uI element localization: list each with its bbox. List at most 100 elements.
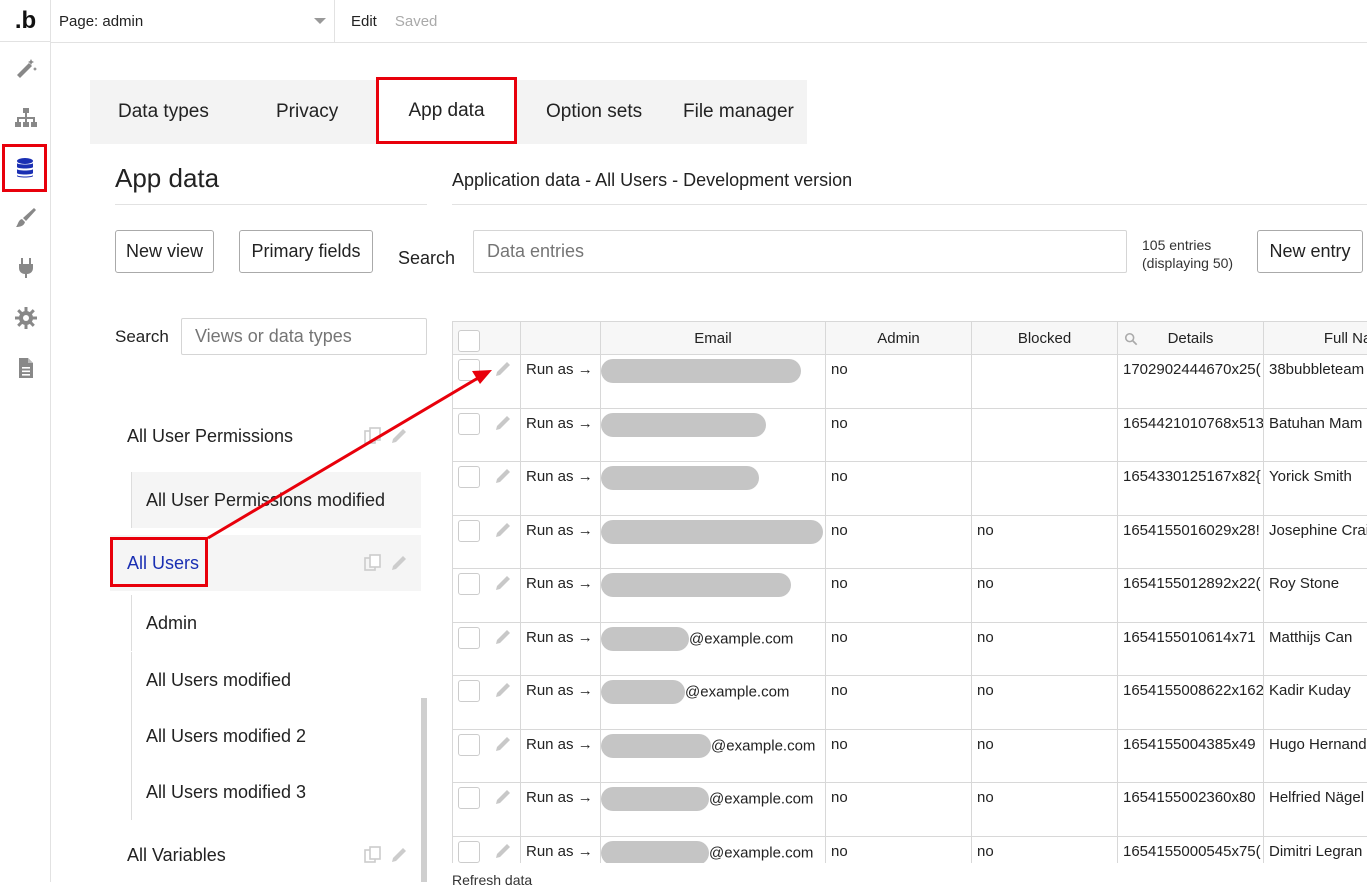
column-details[interactable]: Details — [1118, 322, 1264, 355]
views-search-input[interactable] — [181, 318, 427, 355]
email-cell — [601, 569, 826, 623]
column-email[interactable]: Email — [601, 322, 826, 355]
view-label: All Users modified 2 — [146, 726, 306, 747]
entries-search-label: Search — [398, 248, 455, 269]
view-all-variables[interactable]: All Variables — [110, 827, 421, 882]
copy-icon[interactable] — [363, 426, 383, 446]
row-checkbox[interactable] — [458, 627, 480, 649]
page-selector[interactable]: Page: admin — [51, 0, 335, 43]
view-all-users-modified[interactable]: All Users modified — [131, 652, 421, 708]
row-checkbox[interactable] — [458, 413, 480, 435]
data-icon[interactable] — [2, 144, 47, 192]
run-as-link[interactable]: Run as → — [526, 575, 593, 592]
column-admin[interactable]: Admin — [826, 322, 972, 355]
select-all-checkbox[interactable] — [458, 330, 480, 352]
edit-menu[interactable]: Edit — [351, 13, 377, 30]
settings-icon[interactable] — [0, 294, 51, 342]
view-label: All User Permissions — [127, 426, 293, 447]
pencil-icon[interactable] — [493, 734, 513, 754]
pencil-icon[interactable] — [493, 573, 513, 593]
table-row[interactable]: Run as →@example.comnono1654155000545x75… — [453, 836, 1367, 863]
table-row[interactable]: Run as →no1654330125167x82{Yorick Smith — [453, 462, 1367, 516]
table-row[interactable]: Run as →no1702902444670x25(38bubbleteam — [453, 355, 1367, 409]
run-as-link[interactable]: Run as → — [526, 789, 593, 806]
search-icon — [1124, 332, 1138, 346]
run-as-link[interactable]: Run as → — [526, 522, 593, 539]
row-checkbox[interactable] — [458, 841, 480, 863]
bubble-logo[interactable]: .b — [0, 0, 51, 42]
column-full-name[interactable]: Full Name — [1264, 322, 1367, 355]
pencil-icon[interactable] — [493, 520, 513, 540]
design-icon[interactable] — [0, 44, 51, 92]
new-entry-button[interactable]: New entry — [1257, 230, 1363, 273]
new-view-button[interactable]: New view — [115, 230, 214, 273]
entries-count: 105 entries (displaying 50) — [1142, 236, 1233, 272]
refresh-data-link[interactable]: Refresh data — [452, 872, 532, 888]
run-as-link[interactable]: Run as → — [526, 843, 593, 860]
workflow-icon[interactable] — [0, 94, 51, 142]
table-row[interactable]: Run as →no1654421010768x513Batuhan Mam — [453, 408, 1367, 462]
row-checkbox[interactable] — [458, 520, 480, 542]
row-checkbox[interactable] — [458, 359, 480, 381]
primary-fields-button[interactable]: Primary fields — [239, 230, 373, 273]
views-scrollbar[interactable] — [421, 698, 427, 882]
row-checkbox[interactable] — [458, 573, 480, 595]
entries-search-input[interactable] — [473, 230, 1127, 273]
icon-rail: .b — [0, 0, 51, 882]
view-all-user-permissions-modified[interactable]: All User Permissions modified — [131, 472, 421, 528]
table-row[interactable]: Run as →nono1654155012892x22(Roy Stone — [453, 569, 1367, 623]
row-checkbox[interactable] — [458, 466, 480, 488]
pencil-icon[interactable] — [493, 787, 513, 807]
redacted-email — [601, 413, 766, 437]
divider — [452, 204, 1367, 205]
view-all-users-modified-2[interactable]: All Users modified 2 — [131, 708, 421, 764]
pencil-icon[interactable] — [389, 426, 409, 446]
redacted-email — [601, 841, 709, 864]
run-as-link[interactable]: Run as → — [526, 361, 593, 378]
pencil-icon[interactable] — [493, 466, 513, 486]
table-row[interactable]: Run as →@example.comnono1654155008622x16… — [453, 676, 1367, 730]
highlight-box — [110, 537, 208, 587]
run-as-link[interactable]: Run as → — [526, 736, 593, 753]
redacted-email — [601, 680, 685, 704]
row-checkbox[interactable] — [458, 787, 480, 809]
tab-option-sets[interactable]: Option sets — [546, 80, 642, 144]
view-all-users-modified-3[interactable]: All Users modified 3 — [131, 764, 421, 820]
copy-icon[interactable] — [363, 845, 383, 865]
table-row[interactable]: Run as →@example.comnono1654155002360x80… — [453, 783, 1367, 837]
tab-data-types[interactable]: Data types — [118, 80, 209, 144]
pencil-icon[interactable] — [493, 627, 513, 647]
table-row[interactable]: Run as →nono1654155016029x28!Josephine C… — [453, 515, 1367, 569]
email-cell — [601, 408, 826, 462]
row-checkbox[interactable] — [458, 680, 480, 702]
chevron-down-icon — [314, 18, 326, 24]
redacted-email — [601, 627, 689, 651]
tab-app-data[interactable]: App data — [376, 77, 517, 144]
styles-icon[interactable] — [0, 194, 51, 242]
column-blocked[interactable]: Blocked — [972, 322, 1118, 355]
logs-icon[interactable] — [0, 344, 51, 392]
tab-privacy[interactable]: Privacy — [276, 80, 338, 144]
copy-icon[interactable] — [363, 553, 383, 573]
run-as-link[interactable]: Run as → — [526, 629, 593, 646]
pencil-icon[interactable] — [493, 413, 513, 433]
tab-file-manager[interactable]: File manager — [683, 80, 794, 144]
run-as-link[interactable]: Run as → — [526, 682, 593, 699]
page-selector-label: Page: admin — [59, 13, 143, 30]
plugins-icon[interactable] — [0, 244, 51, 292]
run-as-link[interactable]: Run as → — [526, 468, 593, 485]
table-row[interactable]: Run as →@example.comnono1654155004385x49… — [453, 729, 1367, 783]
pencil-icon[interactable] — [493, 359, 513, 379]
redacted-email — [601, 359, 801, 383]
run-as-link[interactable]: Run as → — [526, 415, 593, 432]
pencil-icon[interactable] — [493, 680, 513, 700]
redacted-email — [601, 466, 759, 490]
pencil-icon[interactable] — [389, 845, 409, 865]
pencil-icon[interactable] — [493, 841, 513, 861]
table-row[interactable]: Run as →@example.comnono1654155010614x71… — [453, 622, 1367, 676]
view-all-user-permissions[interactable]: All User Permissions — [110, 408, 421, 464]
redacted-email — [601, 787, 709, 811]
view-admin[interactable]: Admin — [131, 595, 421, 651]
pencil-icon[interactable] — [389, 553, 409, 573]
row-checkbox[interactable] — [458, 734, 480, 756]
